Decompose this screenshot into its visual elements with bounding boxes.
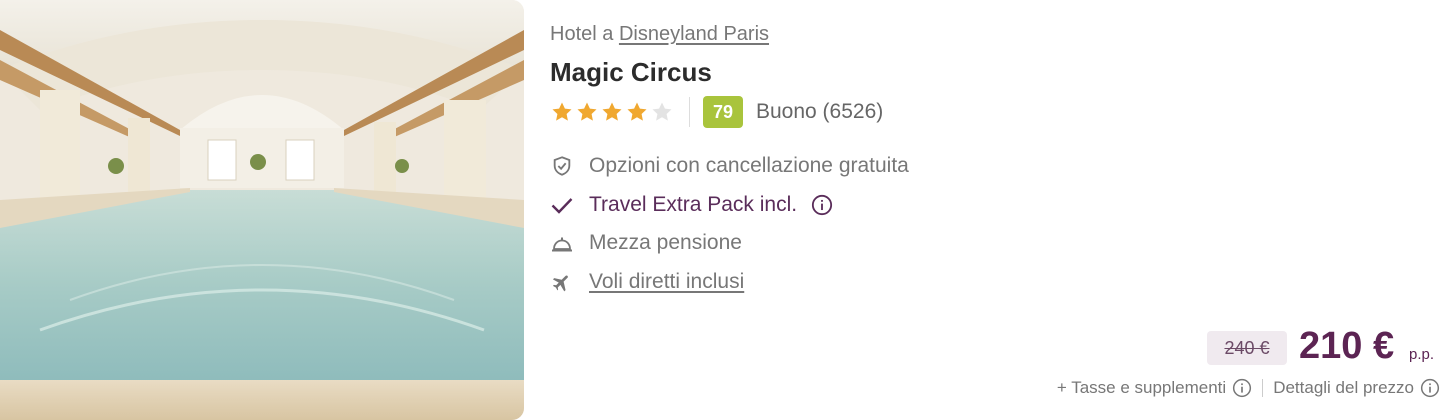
taxes-label: + Tasse e supplementi [1056, 378, 1227, 397]
rating-divider [689, 97, 690, 127]
feature-travel-extra-pack: Travel Extra Pack incl. [550, 186, 909, 225]
hotel-name[interactable]: Magic Circus [550, 57, 712, 88]
hotel-photo[interactable] [0, 0, 524, 420]
feature-list: Opzioni con cancellazione gratuita Trave… [550, 147, 909, 301]
current-price: 210 € [1299, 325, 1395, 367]
hotel-location: Hotel a Disneyland Paris [550, 23, 769, 46]
taxes-link[interactable]: + Tasse e supplementi [1057, 378, 1252, 398]
star-empty-icon [652, 102, 672, 121]
feature-label: Mezza pensione [589, 231, 742, 255]
star-filled-icon [577, 102, 597, 121]
checkmark-icon [550, 193, 574, 217]
old-price: 240 € [1207, 331, 1287, 365]
star-filled-icon [552, 102, 572, 121]
feature-link[interactable]: Voli diretti inclusi [589, 270, 744, 294]
pool-image [0, 0, 524, 420]
rating-row: 79 Buono (6526) [550, 95, 883, 129]
feature-label: Opzioni con cancellazione gratuita [589, 154, 909, 178]
feature-half-board: Mezza pensione [550, 224, 909, 263]
review-score-text[interactable]: Buono (6526) [756, 100, 883, 124]
star-rating [550, 100, 674, 124]
price-details-label: Dettagli del prezzo [1273, 378, 1414, 397]
star-filled-icon [627, 102, 647, 121]
service-bell-icon [550, 231, 574, 255]
location-prefix: Hotel a [550, 23, 614, 45]
info-icon[interactable] [1420, 378, 1440, 398]
info-icon[interactable] [1232, 378, 1252, 398]
price-links: + Tasse e supplementi Dettagli del prezz… [1057, 378, 1440, 398]
info-icon[interactable] [811, 194, 833, 216]
location-link[interactable]: Disneyland Paris [619, 23, 769, 45]
divider [1262, 379, 1264, 397]
price-unit: p.p. [1409, 346, 1435, 363]
hotel-card[interactable]: Hotel a Disneyland Paris Magic Circus 79… [0, 0, 1444, 420]
airplane-icon [550, 270, 574, 294]
price-details-link[interactable]: Dettagli del prezzo [1273, 378, 1440, 398]
feature-label: Travel Extra Pack incl. [589, 192, 798, 216]
star-filled-icon [602, 102, 622, 121]
feature-free-cancellation: Opzioni con cancellazione gratuita [550, 147, 909, 186]
review-score-badge[interactable]: 79 [703, 96, 743, 128]
shield-check-icon [550, 154, 574, 178]
feature-direct-flights[interactable]: Voli diretti inclusi [550, 263, 909, 302]
